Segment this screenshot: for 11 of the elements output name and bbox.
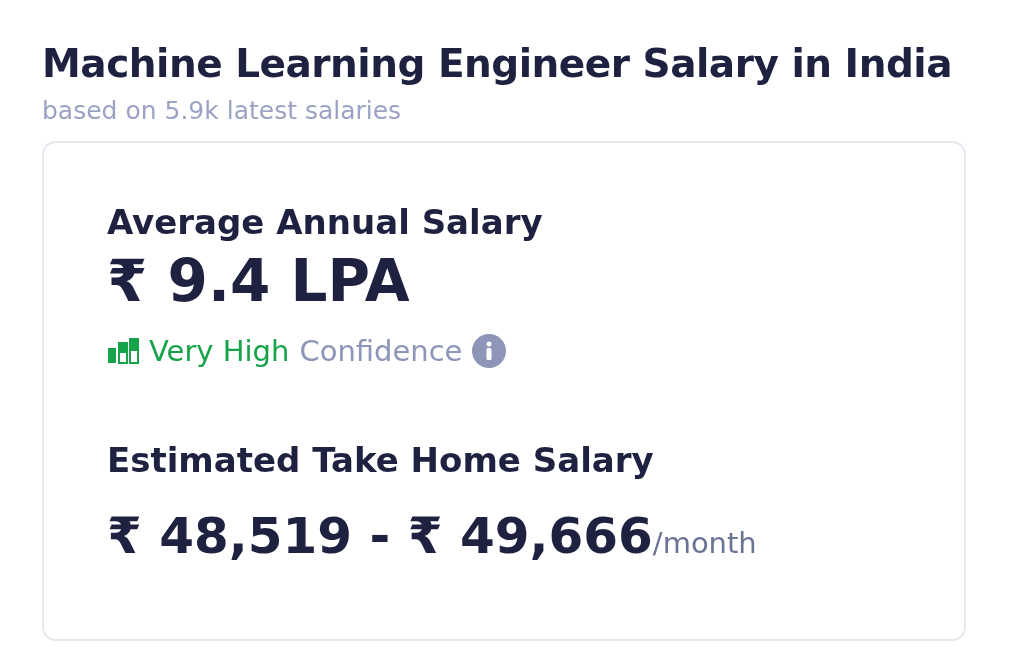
- bar-chart-icon: [107, 338, 139, 364]
- confidence-label: Confidence: [299, 333, 463, 370]
- page-subtitle: based on 5.9k latest salaries: [42, 95, 403, 127]
- average-salary-value: ₹ 9.4 LPA: [107, 246, 411, 317]
- take-home-label: Estimated Take Home Salary: [107, 439, 655, 482]
- info-icon[interactable]: [472, 334, 507, 368]
- per-month-unit: /month: [652, 526, 757, 562]
- confidence-level: Very High: [149, 333, 290, 370]
- page-title: Machine Learning Engineer Salary in India: [42, 40, 953, 88]
- average-salary-label: Average Annual Salary: [107, 201, 544, 244]
- take-home-value: ₹ 48,519 - ₹ 49,666: [107, 506, 653, 567]
